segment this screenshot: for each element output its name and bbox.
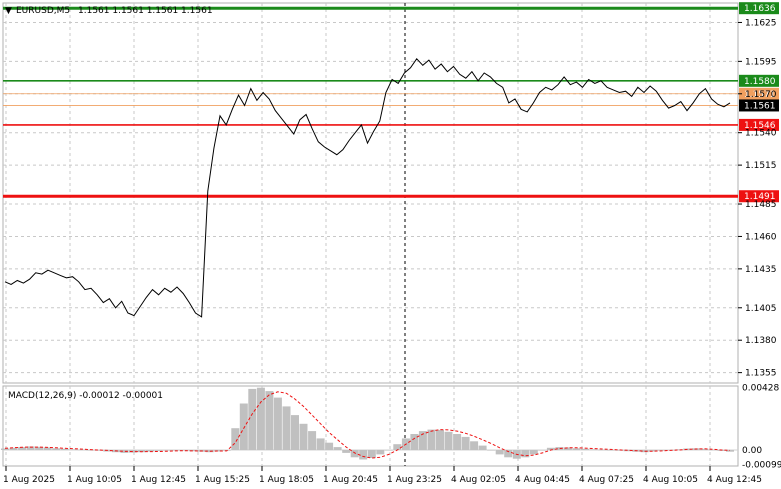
macd-histogram-bar <box>453 434 462 450</box>
time-tick-label: 1 Aug 23:25 <box>387 475 442 485</box>
price-tick-label: 1.1460 <box>745 232 777 242</box>
macd-histogram-bar <box>256 387 265 450</box>
macd-histogram-bar <box>299 423 308 450</box>
time-tick-label: 1 Aug 18:05 <box>259 475 314 485</box>
macd-histogram-bar <box>52 448 61 450</box>
macd-histogram-bar <box>521 450 530 458</box>
price-tick-label: 1.1570 <box>745 90 777 100</box>
price-tick-label: 1.1355 <box>745 369 777 379</box>
time-tick-label: 4 Aug 07:25 <box>579 475 634 485</box>
time-tick-label: 1 Aug 20:45 <box>323 475 378 485</box>
level-badge-label: 1.1636 <box>744 4 776 14</box>
macd-histogram-bar <box>60 448 69 450</box>
macd-histogram-bar <box>598 449 607 451</box>
macd-histogram-bar <box>436 429 444 450</box>
level-badge-label: 1.1580 <box>744 77 776 87</box>
time-tick-label: 1 Aug 10:05 <box>67 475 122 485</box>
price-tick-label: 1.1595 <box>745 57 777 67</box>
time-tick-label: 4 Aug 10:05 <box>643 475 698 485</box>
price-tick-label: 1.1625 <box>745 18 777 28</box>
price-tick-label: 1.1435 <box>745 265 777 275</box>
macd-histogram-bar <box>461 436 470 450</box>
macd-histogram-bar <box>384 450 393 451</box>
macd-histogram-bar <box>265 391 274 450</box>
macd-histogram-bar <box>495 450 504 455</box>
macd-histogram-bar <box>69 449 78 450</box>
macd-histogram-bar <box>572 448 581 450</box>
eurusd-chart: 1.16361.15801.15711.15611.15461.1491 0.0… <box>0 0 781 489</box>
macd-histogram-bar <box>376 450 385 455</box>
macd-histogram-bar <box>77 449 86 451</box>
macd-histogram-bar <box>444 431 453 450</box>
macd-histogram-bar <box>325 442 334 450</box>
price-tick-label: 1.1485 <box>745 200 777 210</box>
macd-histogram-bar <box>529 450 538 455</box>
macd-title: MACD(12,26,9) -0.00012 -0.00001 <box>8 391 163 401</box>
macd-histogram-bar <box>487 450 496 451</box>
macd-histogram-bar <box>581 448 589 450</box>
macd-histogram-bar <box>282 406 291 450</box>
macd-tick-label: -0.00099 <box>742 460 781 470</box>
time-tick-label: 4 Aug 04:45 <box>515 475 570 485</box>
macd-histogram-bar <box>308 431 317 450</box>
macd-tick-label: 0.00428 <box>742 384 779 394</box>
macd-histogram-bar <box>333 447 342 450</box>
time-tick-label: 1 Aug 12:45 <box>131 475 186 485</box>
price-tick-label: 1.1405 <box>745 304 777 314</box>
price-tick-label: 1.1540 <box>745 129 777 139</box>
macd-histogram-bar <box>342 450 351 453</box>
macd-histogram-bar <box>367 450 376 458</box>
macd-histogram-bar <box>393 444 402 450</box>
macd-histogram-bar <box>163 450 172 451</box>
macd-histogram-bar <box>1 448 9 450</box>
macd-histogram-bar <box>316 438 325 450</box>
macd-histogram-bar <box>589 449 598 450</box>
price-tick-label: 1.1515 <box>745 161 777 171</box>
macd-histogram-bar <box>154 450 163 451</box>
macd-histogram-bar <box>239 403 248 450</box>
macd-histogram-bar <box>427 429 436 450</box>
macd-histogram-bar <box>231 428 240 450</box>
macd-histogram-bar <box>606 450 615 451</box>
chart-header: ▼ EURUSD,M5 1.1561 1.1561 1.1561 1.1561 <box>5 6 213 16</box>
symbol-label: EURUSD,M5 <box>16 6 70 16</box>
ohlc-label: 1.1561 1.1561 1.1561 1.1561 <box>78 6 213 16</box>
macd-tick-label: 0.00 <box>742 446 762 456</box>
macd-histogram-bar <box>470 441 479 450</box>
time-tick-label: 1 Aug 15:25 <box>195 475 250 485</box>
time-tick-label: 4 Aug 12:45 <box>707 475 762 485</box>
macd-histogram-bar <box>350 450 359 458</box>
macd-histogram-bar <box>478 445 487 450</box>
macd-histogram-bar <box>273 397 282 450</box>
price-tick-label: 1.1380 <box>745 336 777 346</box>
macd-histogram-bar <box>291 415 299 450</box>
symbol-arrow-icon: ▼ <box>5 6 12 16</box>
time-tick-label: 1 Aug 2025 <box>3 475 55 485</box>
macd-histogram-bar <box>359 450 368 460</box>
time-tick-label: 4 Aug 02:05 <box>451 475 506 485</box>
level-badge-label: 1.1561 <box>744 101 776 111</box>
macd-histogram-bar <box>538 450 547 451</box>
